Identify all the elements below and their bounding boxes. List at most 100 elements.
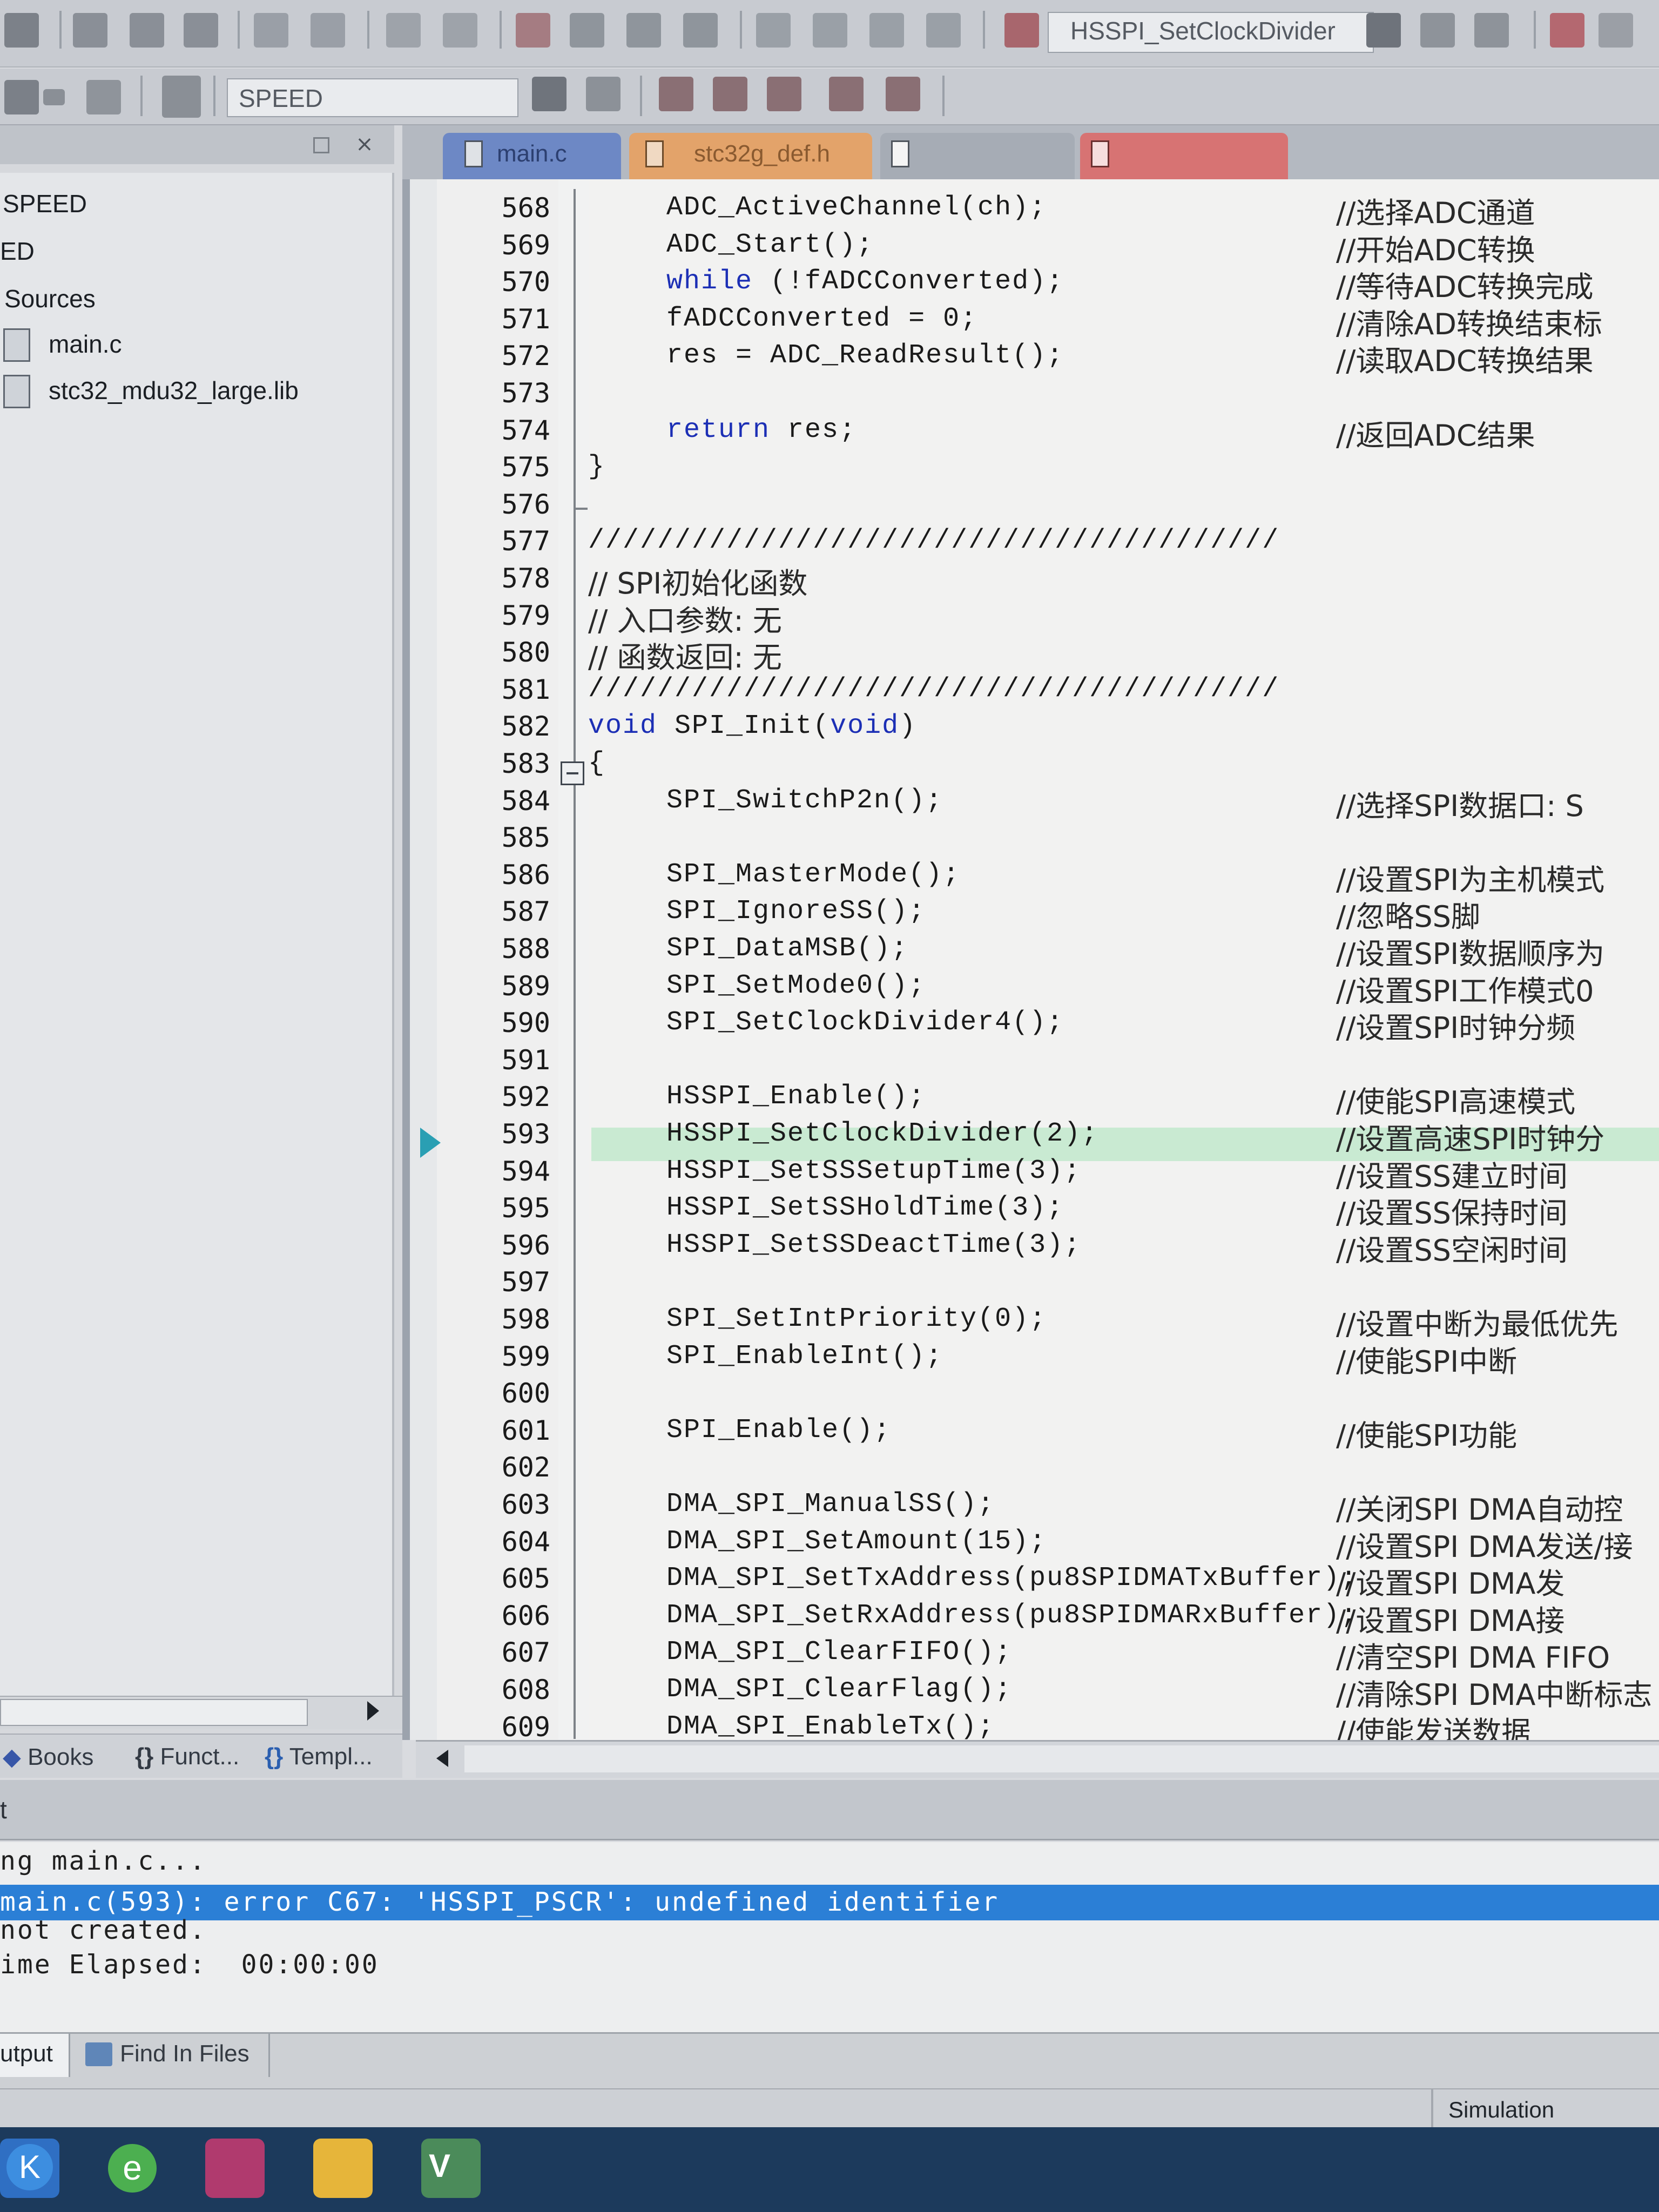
code-line[interactable]: 591 bbox=[437, 1044, 1659, 1081]
code-line[interactable]: 602 bbox=[437, 1452, 1659, 1488]
nav-back-icon[interactable] bbox=[386, 13, 421, 48]
save-all-icon[interactable] bbox=[4, 13, 39, 48]
target-select[interactable]: SPEED bbox=[227, 78, 518, 117]
code-line[interactable]: 594 HSSPI_SetSSSetupTime(3); //设置SS建立时间 bbox=[437, 1156, 1659, 1193]
cut-icon[interactable] bbox=[73, 13, 107, 48]
code-line[interactable]: 596 HSSPI_SetSSDeactTime(3); //设置SS空闲时间 bbox=[437, 1230, 1659, 1267]
code-line[interactable]: 589 SPI_SetMode0(); //设置SPI工作模式0 bbox=[437, 970, 1659, 1008]
tree-item-main-c[interactable]: main.c bbox=[49, 329, 122, 359]
code-line[interactable]: 592 HSSPI_Enable(); //使能SPI高速模式 bbox=[437, 1081, 1659, 1119]
nav-forward-icon[interactable] bbox=[443, 13, 477, 48]
compile-icon[interactable] bbox=[4, 80, 39, 114]
keil-uv-icon[interactable]: V bbox=[421, 2139, 481, 2198]
browser-e-icon[interactable]: e bbox=[103, 2139, 162, 2198]
output-error-line[interactable]: main.c(593): error C67: 'HSSPI_PSCR': un… bbox=[0, 1887, 999, 1917]
pin-icon[interactable] bbox=[313, 137, 329, 153]
diamond-icon[interactable] bbox=[767, 77, 801, 111]
find-combo[interactable]: HSSPI_SetClockDivider bbox=[1048, 12, 1374, 53]
scroll-left-icon[interactable] bbox=[436, 1750, 448, 1767]
tree-item-lib[interactable]: stc32_mdu32_large.lib bbox=[49, 376, 299, 405]
code-line[interactable]: 572 res = ADC_ReadResult(); //读取ADC转换结果 bbox=[437, 340, 1659, 378]
code-line[interactable]: 573 bbox=[437, 377, 1659, 414]
undo-icon[interactable] bbox=[254, 13, 288, 48]
keil-k-icon[interactable]: K bbox=[0, 2139, 59, 2198]
app-icon[interactable] bbox=[205, 2139, 265, 2198]
code-line[interactable]: 568 ADC_ActiveChannel(ch); //选择ADC通道 bbox=[437, 192, 1659, 230]
code-line[interactable]: 576 bbox=[437, 489, 1659, 525]
code-line[interactable]: 601 SPI_Enable(); //使能SPI功能 bbox=[437, 1415, 1659, 1453]
project-scrollbar-thumb[interactable] bbox=[0, 1699, 308, 1726]
unindent-icon[interactable] bbox=[813, 13, 847, 48]
uncomment-icon[interactable] bbox=[926, 13, 961, 48]
code-line[interactable]: 604 DMA_SPI_SetAmount(15); //设置SPI DMA发送/接 bbox=[437, 1526, 1659, 1564]
code-line[interactable]: 597 bbox=[437, 1266, 1659, 1303]
manage-components-icon[interactable] bbox=[586, 77, 621, 111]
tab-build-output[interactable]: utput bbox=[0, 2034, 70, 2077]
comment-icon[interactable] bbox=[869, 13, 904, 48]
tab-find-in-files[interactable]: Find In Files bbox=[81, 2034, 270, 2077]
debug-settings-icon[interactable] bbox=[1550, 13, 1584, 48]
code-line[interactable]: 571 fADCConverted = 0; //清除AD转换结束标 bbox=[437, 304, 1659, 341]
code-line[interactable]: 608 DMA_SPI_ClearFlag(); //清除SPI DMA中断标志 bbox=[437, 1674, 1659, 1712]
project-window-icon[interactable] bbox=[659, 77, 693, 111]
copy-icon[interactable] bbox=[130, 13, 164, 48]
books-window-icon[interactable] bbox=[713, 77, 747, 111]
code-line[interactable]: 586 SPI_MasterMode(); //设置SPI为主机模式 bbox=[437, 859, 1659, 897]
code-line[interactable]: 585 bbox=[437, 822, 1659, 859]
tree-item-target[interactable]: SPEED bbox=[3, 189, 87, 218]
combo-dropdown-icon[interactable] bbox=[1366, 13, 1401, 48]
bookmark-clear-icon[interactable] bbox=[683, 13, 718, 48]
redo-icon[interactable] bbox=[311, 13, 345, 48]
scroll-right-icon[interactable] bbox=[367, 1701, 379, 1721]
editor-scrollbar-thumb[interactable] bbox=[464, 1745, 1659, 1772]
diamond-alt-icon[interactable] bbox=[829, 77, 864, 111]
code-line[interactable]: 587 SPI_IgnoreSS(); //忽略SS脚 bbox=[437, 896, 1659, 934]
indent-icon[interactable] bbox=[756, 13, 791, 48]
incremental-find-icon[interactable] bbox=[1474, 13, 1509, 48]
code-line[interactable]: 603 DMA_SPI_ManualSS(); //关闭SPI DMA自动控 bbox=[437, 1489, 1659, 1527]
code-line[interactable]: 583 { bbox=[437, 748, 1659, 785]
code-line[interactable]: 593 HSSPI_SetClockDivider(2); //设置高速SPI时钟分 bbox=[437, 1118, 1659, 1156]
code-line[interactable]: 607 DMA_SPI_ClearFIFO(); //清空SPI DMA FIFO bbox=[437, 1637, 1659, 1675]
code-line[interactable]: 595 HSSPI_SetSSHoldTime(3); //设置SS保持时间 bbox=[437, 1192, 1659, 1230]
tab-functions[interactable]: {} Funct... bbox=[135, 1743, 239, 1770]
build-output[interactable] bbox=[0, 1842, 1659, 2032]
code-line[interactable]: 598 SPI_SetIntPriority(0); //设置中断为最低优先 bbox=[437, 1304, 1659, 1341]
code-line[interactable]: 575} bbox=[437, 451, 1659, 488]
target-options-icon[interactable] bbox=[532, 77, 567, 111]
tab-main-c[interactable]: main.c bbox=[443, 133, 621, 179]
chevron-down-icon[interactable] bbox=[1599, 13, 1633, 48]
paste-icon[interactable] bbox=[184, 13, 218, 48]
code-line[interactable]: 582 void SPI_Init(void) bbox=[437, 711, 1659, 747]
code-line[interactable]: 577 /////////////////////////////////////… bbox=[437, 525, 1659, 562]
code-line[interactable]: 599 SPI_EnableInt(); //使能SPI中断 bbox=[437, 1341, 1659, 1379]
tree-item-sources[interactable]: Sources bbox=[4, 284, 96, 313]
code-line[interactable]: 570 while (!fADCConverted); //等待ADC转换完成 bbox=[437, 266, 1659, 304]
bookmark-prev-icon[interactable] bbox=[570, 13, 604, 48]
rebuild-icon[interactable] bbox=[86, 80, 121, 114]
code-line[interactable]: 590 SPI_SetClockDivider4(); //设置SPI时钟分频 bbox=[437, 1007, 1659, 1045]
bookmark-icon[interactable] bbox=[516, 13, 550, 48]
code-line[interactable]: 584 SPI_SwitchP2n(); //选择SPI数据口: S bbox=[437, 785, 1659, 823]
close-icon[interactable]: × bbox=[351, 131, 378, 158]
tab-file-4[interactable] bbox=[1080, 133, 1288, 179]
code-line[interactable]: 581 /////////////////////////////////////… bbox=[437, 674, 1659, 711]
code-line[interactable]: 578 // SPI初始化函数 bbox=[437, 563, 1659, 601]
code-line[interactable]: 605 DMA_SPI_SetTxAddress(pu8SPIDMATxBuffe… bbox=[437, 1563, 1659, 1601]
bookmark-next-icon[interactable] bbox=[626, 13, 661, 48]
tab-books[interactable]: ◆ Books bbox=[3, 1743, 93, 1771]
code-line[interactable]: 580 // 函数返回: 无 bbox=[437, 637, 1659, 675]
breakpoint-gutter[interactable] bbox=[410, 179, 437, 1740]
tree-item-group[interactable]: ED bbox=[0, 237, 35, 266]
download-icon[interactable] bbox=[162, 76, 201, 118]
code-line[interactable]: 606 DMA_SPI_SetRxAddress(pu8SPIDMARxBuffe… bbox=[437, 1600, 1659, 1638]
tab-file-3[interactable] bbox=[880, 133, 1075, 179]
pack-installer-icon[interactable] bbox=[886, 77, 920, 111]
code-line[interactable]: 574 return res; //返回ADC结果 bbox=[437, 415, 1659, 453]
code-line[interactable]: 600 bbox=[437, 1378, 1659, 1414]
code-line[interactable]: 588 SPI_DataMSB(); //设置SPI数据顺序为 bbox=[437, 933, 1659, 971]
code-line[interactable]: 569 ADC_Start(); //开始ADC转换 bbox=[437, 230, 1659, 267]
find-in-files-icon[interactable] bbox=[1004, 13, 1039, 48]
chevron-down-icon[interactable] bbox=[43, 89, 65, 105]
folder-icon[interactable] bbox=[313, 2139, 373, 2198]
